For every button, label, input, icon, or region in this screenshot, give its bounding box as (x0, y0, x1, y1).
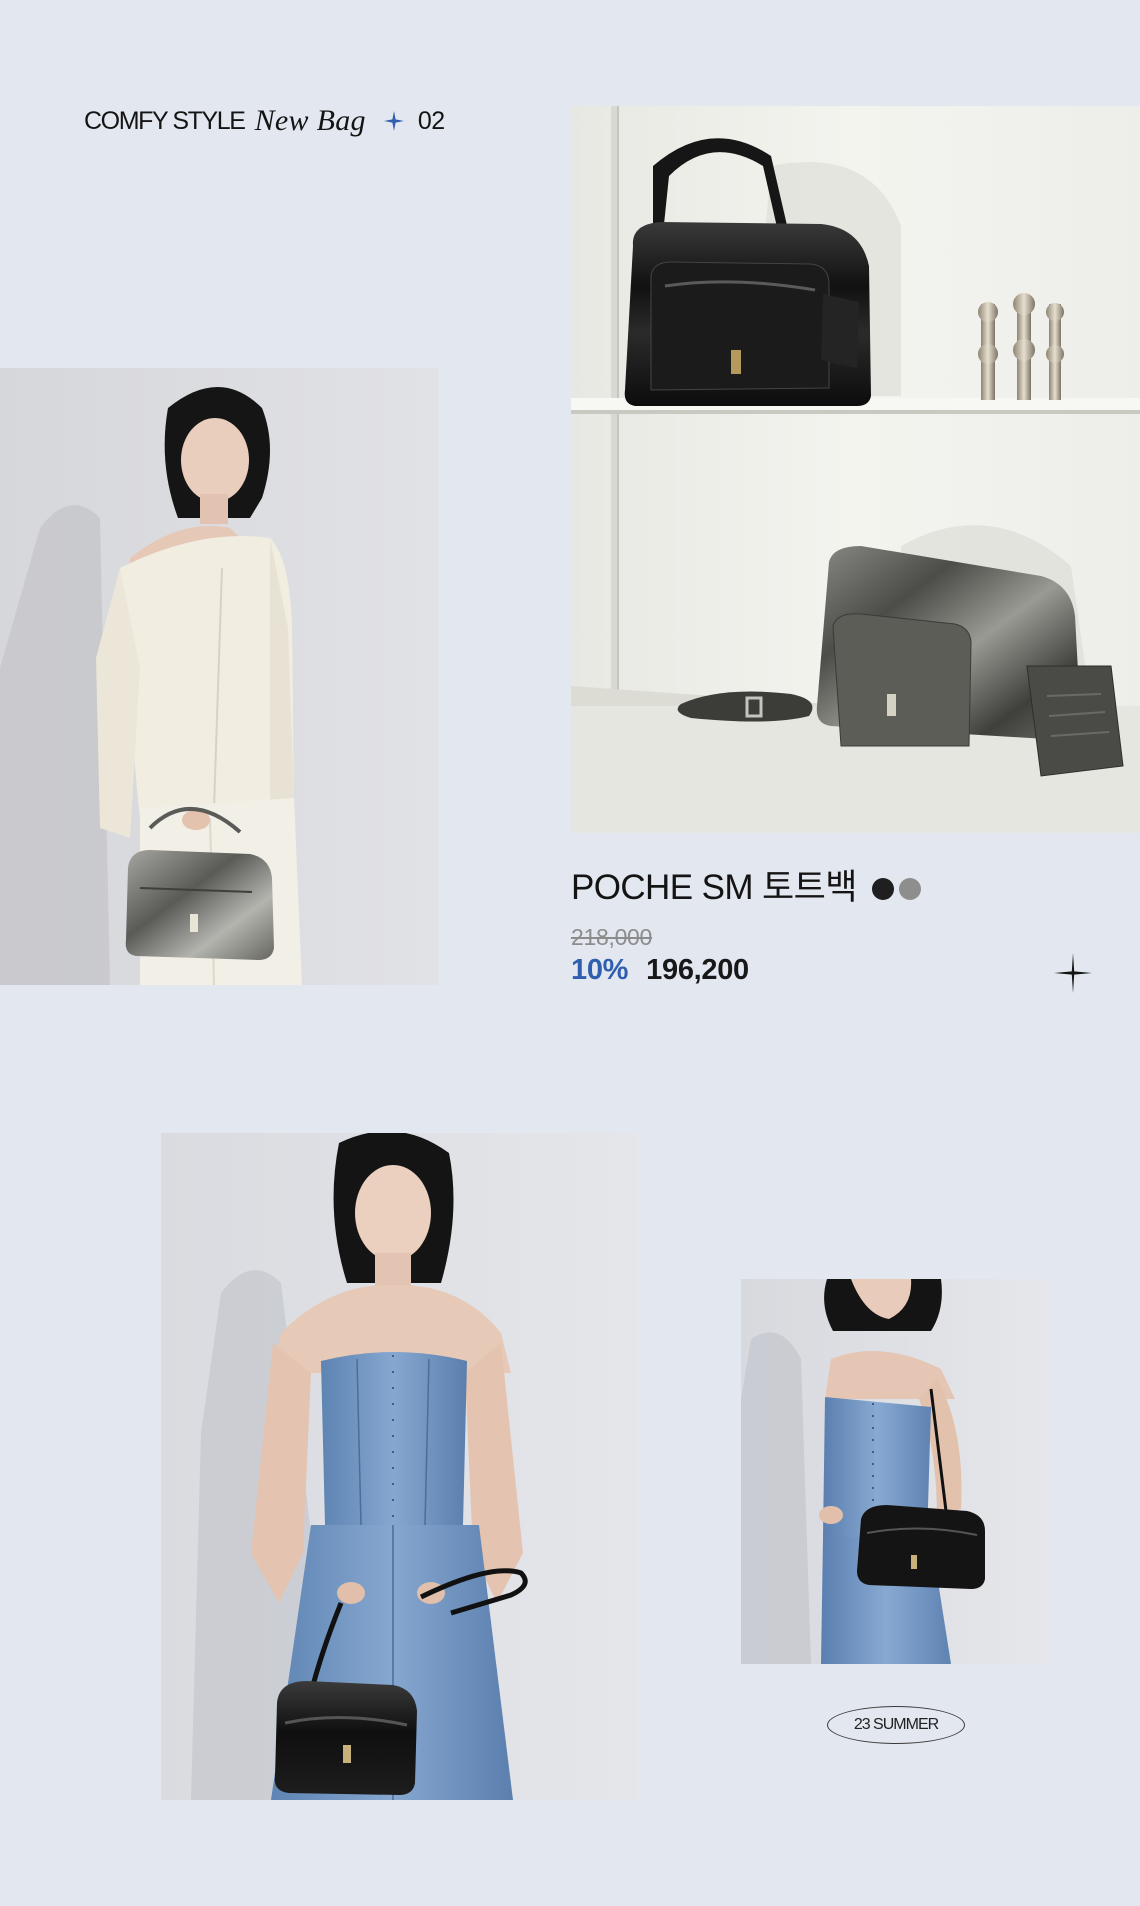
swatch-silver[interactable] (899, 878, 921, 900)
script-title: New Bag (254, 104, 366, 137)
model-cream-knit-photo (0, 368, 438, 985)
swatch-black[interactable] (872, 878, 894, 900)
model-denim-photo-small (741, 1279, 1050, 1664)
page-header: COMFY STYLE New Bag 02 (84, 104, 445, 138)
sparkle-icon (383, 111, 404, 131)
product-shelf-photo (571, 106, 1140, 833)
original-price: 218,000 (571, 924, 653, 950)
sale-price-row: 10% 196,200 (571, 954, 749, 987)
section-number: 02 (417, 106, 445, 135)
product-name[interactable]: POCHE SM 토트백 (571, 866, 857, 910)
color-swatches (872, 878, 921, 900)
model-denim-photo-large (161, 1133, 637, 1800)
season-badge: 23 SUMMER (827, 1706, 965, 1744)
four-point-star-icon (1054, 953, 1092, 993)
sale-price: 196,200 (646, 954, 749, 986)
discount-rate: 10% (571, 954, 629, 986)
brand-title: COMFY STYLE (84, 106, 246, 135)
